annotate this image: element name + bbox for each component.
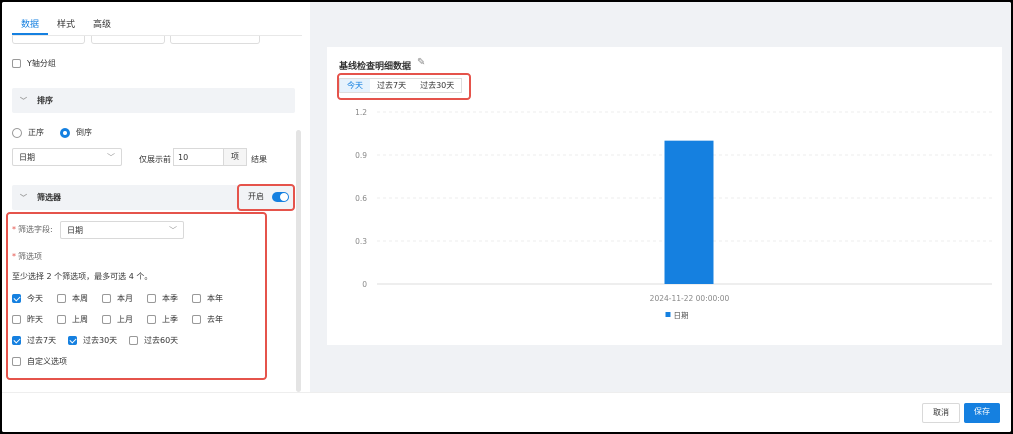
checkbox[interactable] xyxy=(192,315,201,324)
filter-option-label: 自定义选项 xyxy=(27,357,67,366)
y-group-checkbox[interactable]: Y轴分组 xyxy=(12,58,56,69)
sort-field-select[interactable]: 日期 ﹀ xyxy=(12,148,122,166)
filter-field-value: 日期 xyxy=(67,225,83,235)
filter-option-label: 今天 xyxy=(27,294,43,303)
chevron-down-icon: ﹀ xyxy=(20,96,27,105)
scrollbar[interactable] xyxy=(296,130,301,392)
field-stub[interactable] xyxy=(12,36,85,44)
filter-option[interactable]: 本周 xyxy=(57,293,88,304)
field-stub[interactable] xyxy=(170,36,260,44)
filter-option-label: 上月 xyxy=(117,315,133,324)
y-tick-label: 0.9 xyxy=(355,151,367,160)
filter-option-label: 本周 xyxy=(72,294,88,303)
checkbox[interactable] xyxy=(129,336,138,345)
count-input[interactable]: 10 xyxy=(174,149,223,165)
filter-option[interactable]: 昨天 xyxy=(12,314,43,325)
filter-option[interactable]: 上季 xyxy=(147,314,178,325)
filter-option-label: 上周 xyxy=(72,315,88,324)
filter-option[interactable]: 去年 xyxy=(192,314,223,325)
preview-area: 基线检查明细数据 ✎ 今天 过去7天 过去30天 0 0.3 0.6 0.9 1.2 20… xyxy=(310,2,1011,392)
filter-options-label: 筛选项 xyxy=(18,252,42,261)
checkbox[interactable] xyxy=(12,59,21,68)
y-group-label: Y轴分组 xyxy=(27,59,56,68)
checkbox[interactable] xyxy=(12,315,21,324)
cancel-button[interactable]: 取消 xyxy=(922,403,960,423)
sort-field-value: 日期 xyxy=(19,152,35,162)
checkbox[interactable] xyxy=(147,315,156,324)
config-panel: 数据 样式 高级 Y轴分组 ﹀ 排序 正序 倒序 日期 ﹀ 仅展示前 10 项 结果… xyxy=(2,2,310,392)
filter-option-label: 昨天 xyxy=(27,315,43,324)
sort-order-radios: 正序 倒序 xyxy=(12,127,92,138)
highlight-box xyxy=(237,184,295,211)
filter-field-label: 筛选字段: xyxy=(18,225,53,234)
filter-option-label: 过去7天 xyxy=(27,336,57,345)
checkbox[interactable] xyxy=(12,294,21,303)
y-tick-label: 0.3 xyxy=(355,237,367,246)
filter-option-label: 过去30天 xyxy=(83,336,118,345)
checkbox[interactable] xyxy=(147,294,156,303)
sort-section-header[interactable]: ﹀ 排序 xyxy=(12,88,295,113)
y-tick-label: 1.2 xyxy=(355,108,367,117)
sort-title: 排序 xyxy=(37,96,53,105)
filter-hint: 至少选择 2 个筛选项，最多可选 4 个。 xyxy=(12,272,153,281)
filter-option[interactable]: 本年 xyxy=(192,293,223,304)
checkbox[interactable] xyxy=(102,294,111,303)
filter-option[interactable]: 本季 xyxy=(147,293,178,304)
field-stub[interactable] xyxy=(91,36,165,44)
filter-option[interactable]: 上周 xyxy=(57,314,88,325)
chevron-down-icon: ﹀ xyxy=(169,225,177,235)
filter-option[interactable]: 过去30天 xyxy=(68,335,117,346)
chart-card: 基线检查明细数据 ✎ 今天 过去7天 过去30天 0 0.3 0.6 0.9 1.2 20… xyxy=(327,47,1002,345)
radio-desc-label: 倒序 xyxy=(76,128,92,137)
x-tick-label: 2024-11-22 00:00:00 xyxy=(650,294,730,303)
filter-option[interactable]: 过去7天 xyxy=(12,335,56,346)
checkbox[interactable] xyxy=(12,357,21,366)
filter-option[interactable]: 本月 xyxy=(102,293,133,304)
checkbox[interactable] xyxy=(57,315,66,324)
checkbox[interactable] xyxy=(12,336,21,345)
chevron-down-icon: ﹀ xyxy=(20,193,27,202)
tab-data[interactable]: 数据 xyxy=(12,12,49,35)
filter-option-label: 本季 xyxy=(162,294,178,303)
filter-option-label: 去年 xyxy=(207,315,223,324)
y-tick-label: 0.6 xyxy=(355,194,367,203)
filter-option-label: 本月 xyxy=(117,294,133,303)
y-tick-label: 0 xyxy=(362,280,367,289)
config-tabs: 数据 样式 高级 xyxy=(12,12,302,36)
filter-option-label: 上季 xyxy=(162,315,178,324)
count-input-group: 10 项 xyxy=(173,148,247,166)
legend-marker xyxy=(665,312,671,317)
show-prefix-label: 仅展示前 xyxy=(139,155,171,164)
tab-advanced[interactable]: 高级 xyxy=(84,12,120,35)
filter-option[interactable]: 自定义选项 xyxy=(12,356,67,367)
filter-option-label: 本年 xyxy=(207,294,223,303)
checkbox[interactable] xyxy=(192,294,201,303)
legend-label: 日期 xyxy=(674,311,689,320)
filter-option-label: 过去60天 xyxy=(144,336,179,345)
bar-chart: 0 0.3 0.6 0.9 1.2 2024-11-22 00:00:00 日期 xyxy=(355,108,992,320)
count-unit: 项 xyxy=(223,149,246,165)
footer-bar: 取消 保存 xyxy=(2,392,1011,432)
filter-option[interactable]: 上月 xyxy=(102,314,133,325)
suffix-label: 结果 xyxy=(251,155,267,164)
checkbox[interactable] xyxy=(102,315,111,324)
filter-title: 筛选器 xyxy=(37,193,61,202)
radio-asc[interactable] xyxy=(12,127,22,138)
filter-option[interactable]: 今天 xyxy=(12,293,43,304)
tab-style[interactable]: 样式 xyxy=(48,12,84,35)
radio-asc-label: 正序 xyxy=(28,128,44,137)
save-button[interactable]: 保存 xyxy=(964,403,1000,423)
radio-desc[interactable] xyxy=(60,127,70,138)
bar xyxy=(664,140,714,284)
filter-option[interactable]: 过去60天 xyxy=(129,335,178,346)
checkbox[interactable] xyxy=(68,336,77,345)
checkbox[interactable] xyxy=(57,294,66,303)
filter-field-select[interactable]: 日期 ﹀ xyxy=(60,221,184,239)
chevron-down-icon: ﹀ xyxy=(107,152,115,162)
